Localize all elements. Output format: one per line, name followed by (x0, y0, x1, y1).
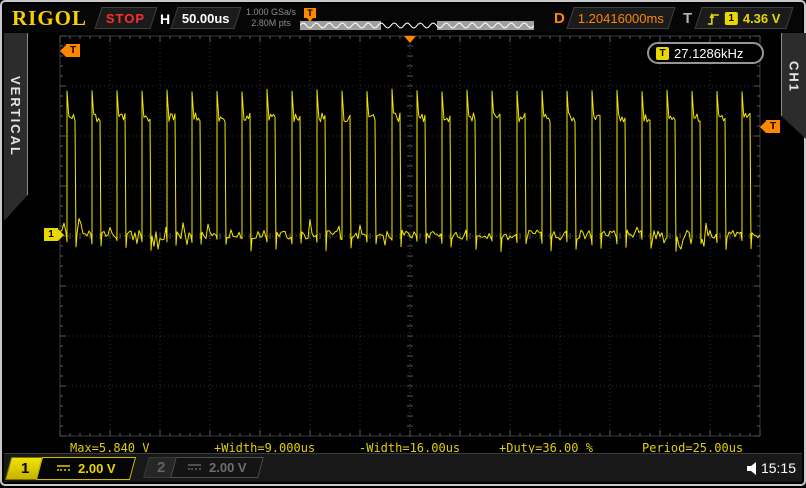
trigger-level-flag[interactable]: T (760, 120, 780, 133)
timebase-value: 50.00us (182, 11, 230, 26)
memory-position-bar[interactable] (300, 21, 534, 30)
run-state-indicator[interactable]: STOP (94, 7, 157, 29)
clock: 15:15 (747, 460, 796, 476)
frequency-counter: T 27.1286kHz (647, 42, 764, 64)
horizontal-center-marker-icon (404, 36, 416, 43)
tab-ch1-label: CH1 (787, 61, 802, 93)
trigger-position-flag-label: T (66, 44, 80, 57)
channel1-ground-flag-label: 1 (44, 228, 58, 241)
timebase-readout[interactable]: 50.00us (170, 7, 241, 29)
tab-vertical-label: VERTICAL (8, 76, 23, 157)
run-state-label: STOP (106, 11, 145, 26)
clock-time: 15:15 (761, 460, 796, 476)
channel2-scale-box: 2.00 V (170, 457, 264, 478)
graticule-and-waveform (2, 2, 806, 488)
delay-value: 1.20416000ms (578, 11, 664, 26)
sample-rate: 1.000 GSa/s (244, 7, 298, 18)
trigger-source-badge: 1 (725, 12, 738, 25)
channel1-dc-coupling-icon (57, 465, 70, 472)
channel1-scale-box: 2.00 V (36, 457, 136, 480)
trigger-level-flag-label: T (766, 120, 780, 133)
channel2-dc-coupling-icon (188, 464, 201, 471)
rigol-logo: RIGOL (12, 6, 87, 31)
freq-counter-value: 27.1286kHz (674, 46, 743, 61)
channel1-badge[interactable]: 1 2.00 V (8, 457, 133, 480)
channel-status-bar: 1 2.00 V 2 2.00 V 15:15 (4, 453, 802, 482)
channel2-badge[interactable]: 2 2.00 V (146, 457, 261, 478)
memory-trigger-position-icon: T (304, 8, 316, 18)
horizontal-label: H (160, 11, 170, 27)
trigger-label: T (683, 10, 692, 27)
freq-counter-trigger-icon: T (656, 47, 669, 60)
delay-label: D (554, 10, 565, 27)
acquisition-info: 1.000 GSa/s 2.80M pts (244, 7, 298, 29)
trigger-settings-readout[interactable]: 1 4.36 V (694, 7, 793, 29)
memory-waveform-icon (300, 21, 534, 30)
scope-screen: RIGOL STOP H 50.00us 1.000 GSa/s 2.80M p… (0, 0, 806, 486)
trigger-level-value: 4.36 V (743, 11, 781, 26)
channel1-scale: 2.00 V (78, 461, 116, 476)
channel1-ground-flag-tip (58, 229, 64, 241)
rising-edge-icon (707, 11, 720, 25)
header-bar: RIGOL STOP H 50.00us 1.000 GSa/s 2.80M p… (4, 4, 802, 32)
memory-depth: 2.80M pts (244, 18, 298, 29)
channel2-scale: 2.00 V (209, 460, 247, 475)
channel1-ground-flag[interactable]: 1 (44, 228, 64, 241)
trigger-position-flag[interactable]: T (60, 44, 80, 57)
speaker-icon (747, 462, 758, 475)
trigger-delay-readout[interactable]: 1.20416000ms (566, 7, 675, 29)
sidebar-tab-vertical[interactable]: VERTICAL (4, 33, 28, 221)
